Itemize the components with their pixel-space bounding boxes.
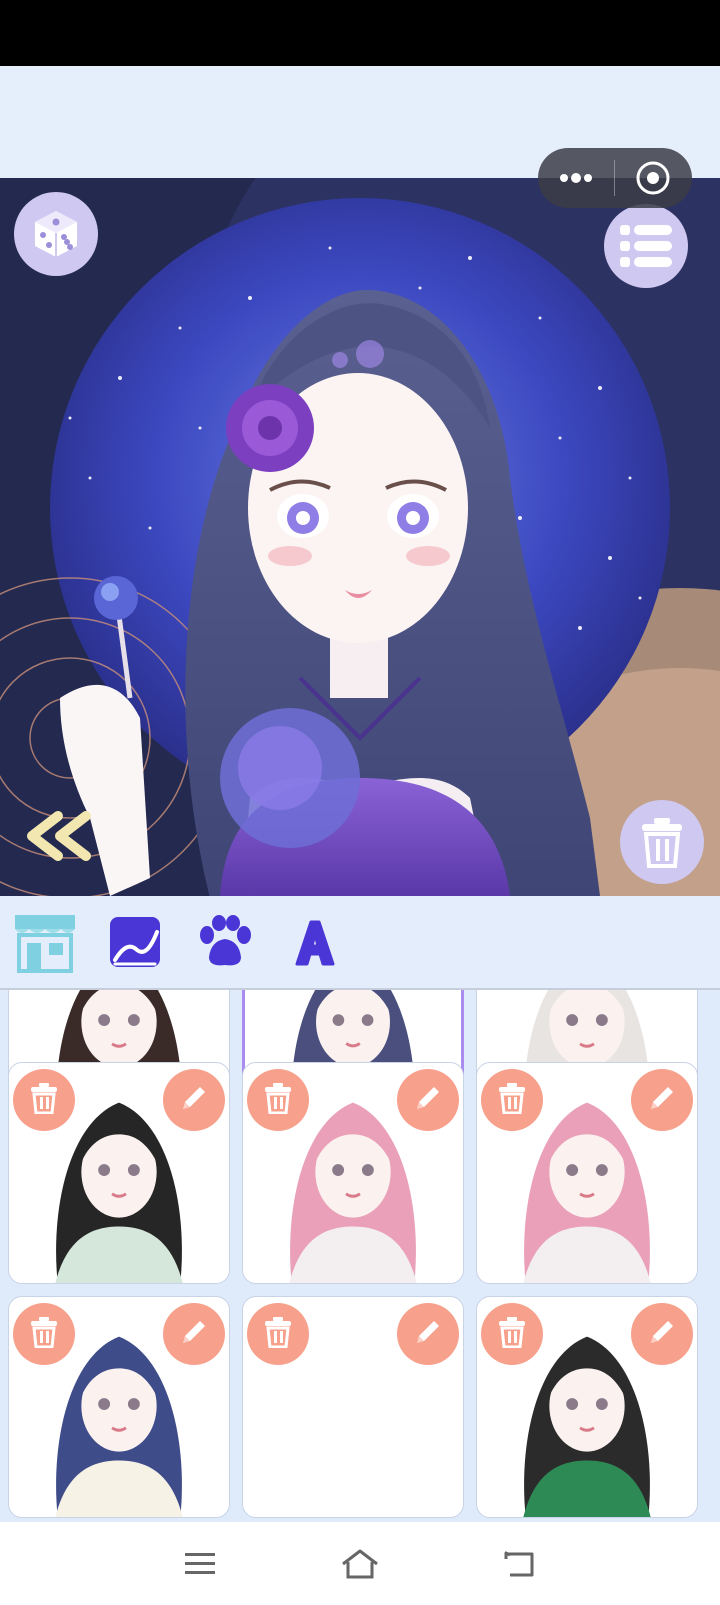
category-toolbar (0, 896, 720, 990)
outfit-card[interactable] (476, 1296, 698, 1518)
outfit-card[interactable] (8, 1296, 230, 1518)
card-delete-button[interactable] (247, 1303, 309, 1365)
card-delete-button[interactable] (247, 1069, 309, 1131)
character-preview-stage (0, 178, 720, 896)
pencil-icon (178, 1082, 210, 1119)
home-icon (342, 1549, 378, 1579)
card-edit-button[interactable] (397, 1069, 459, 1131)
system-navigation-bar (0, 1522, 720, 1605)
pencil-icon (646, 1082, 678, 1119)
trash-icon (497, 1082, 527, 1119)
nav-menu-button[interactable] (170, 1540, 230, 1588)
trash-icon (29, 1082, 59, 1119)
back-icon (504, 1551, 534, 1577)
trash-icon (263, 1082, 293, 1119)
card-edit-button[interactable] (163, 1069, 225, 1131)
collapse-panel-button[interactable] (20, 806, 100, 866)
double-chevron-left-icon (27, 811, 91, 861)
pet-tab[interactable] (190, 908, 260, 976)
trash-icon (263, 1316, 293, 1353)
card-edit-button[interactable] (631, 1303, 693, 1365)
nav-back-button[interactable] (490, 1540, 550, 1588)
card-delete-button[interactable] (481, 1069, 543, 1131)
card-delete-button[interactable] (13, 1069, 75, 1131)
pencil-icon (412, 1082, 444, 1119)
delete-outfit-button[interactable] (620, 800, 704, 884)
more-dots-icon[interactable] (538, 148, 614, 208)
background-image-icon (110, 917, 160, 967)
outfit-card[interactable] (242, 1062, 464, 1284)
pencil-icon (412, 1316, 444, 1353)
letter-a-icon (295, 920, 335, 966)
list-menu-button[interactable] (604, 204, 688, 288)
shop-icon (15, 915, 75, 973)
card-delete-button[interactable] (13, 1303, 75, 1365)
trash-icon (29, 1316, 59, 1353)
card-edit-button[interactable] (163, 1303, 225, 1365)
card-delete-button[interactable] (481, 1303, 543, 1365)
status-bar (0, 0, 720, 66)
randomize-button[interactable] (14, 192, 98, 276)
outfit-card[interactable] (476, 1062, 698, 1284)
card-edit-button[interactable] (631, 1069, 693, 1131)
list-menu-icon (620, 225, 672, 267)
character-illustration (0, 178, 720, 896)
trash-icon (642, 818, 682, 868)
mini-program-capsule (538, 148, 692, 208)
outfit-card[interactable] (8, 1062, 230, 1284)
dice-icon (35, 211, 77, 257)
shop-tab[interactable] (10, 908, 80, 976)
pencil-icon (178, 1316, 210, 1353)
background-tab[interactable] (100, 908, 170, 976)
card-edit-button[interactable] (397, 1303, 459, 1365)
target-close-icon[interactable] (615, 148, 691, 208)
nav-home-button[interactable] (330, 1540, 390, 1588)
outfit-card-empty[interactable] (242, 1296, 464, 1518)
hamburger-icon (185, 1553, 215, 1574)
pencil-icon (646, 1316, 678, 1353)
trash-icon (497, 1316, 527, 1353)
text-tab[interactable] (280, 908, 350, 976)
saved-outfits-grid (0, 990, 720, 1522)
paw-icon (200, 915, 251, 966)
